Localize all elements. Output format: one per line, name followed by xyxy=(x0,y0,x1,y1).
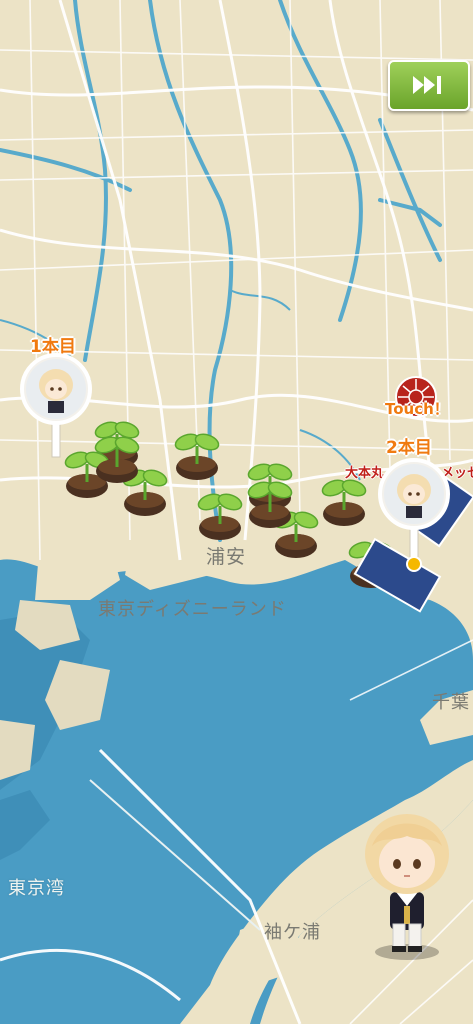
chibi-character-icon[interactable] xyxy=(352,806,462,962)
disney-label: 東京ディズニーランド xyxy=(98,599,287,620)
touch-label[interactable]: Touch！ xyxy=(385,398,449,419)
fast-forward-icon xyxy=(413,76,441,94)
character-portrait-pin-icon[interactable] xyxy=(378,456,454,572)
urayasu-label: 浦安 xyxy=(206,546,247,568)
pin-2-label: 2本目 xyxy=(386,438,432,458)
skip-button[interactable] xyxy=(388,60,470,111)
sodegaura-label: 袖ケ浦 xyxy=(264,922,321,943)
tokyo-bay-label: 東京湾 xyxy=(8,878,65,899)
character-portrait-pin-icon[interactable] xyxy=(20,353,96,463)
chiba-label: 千葉 xyxy=(432,692,470,713)
